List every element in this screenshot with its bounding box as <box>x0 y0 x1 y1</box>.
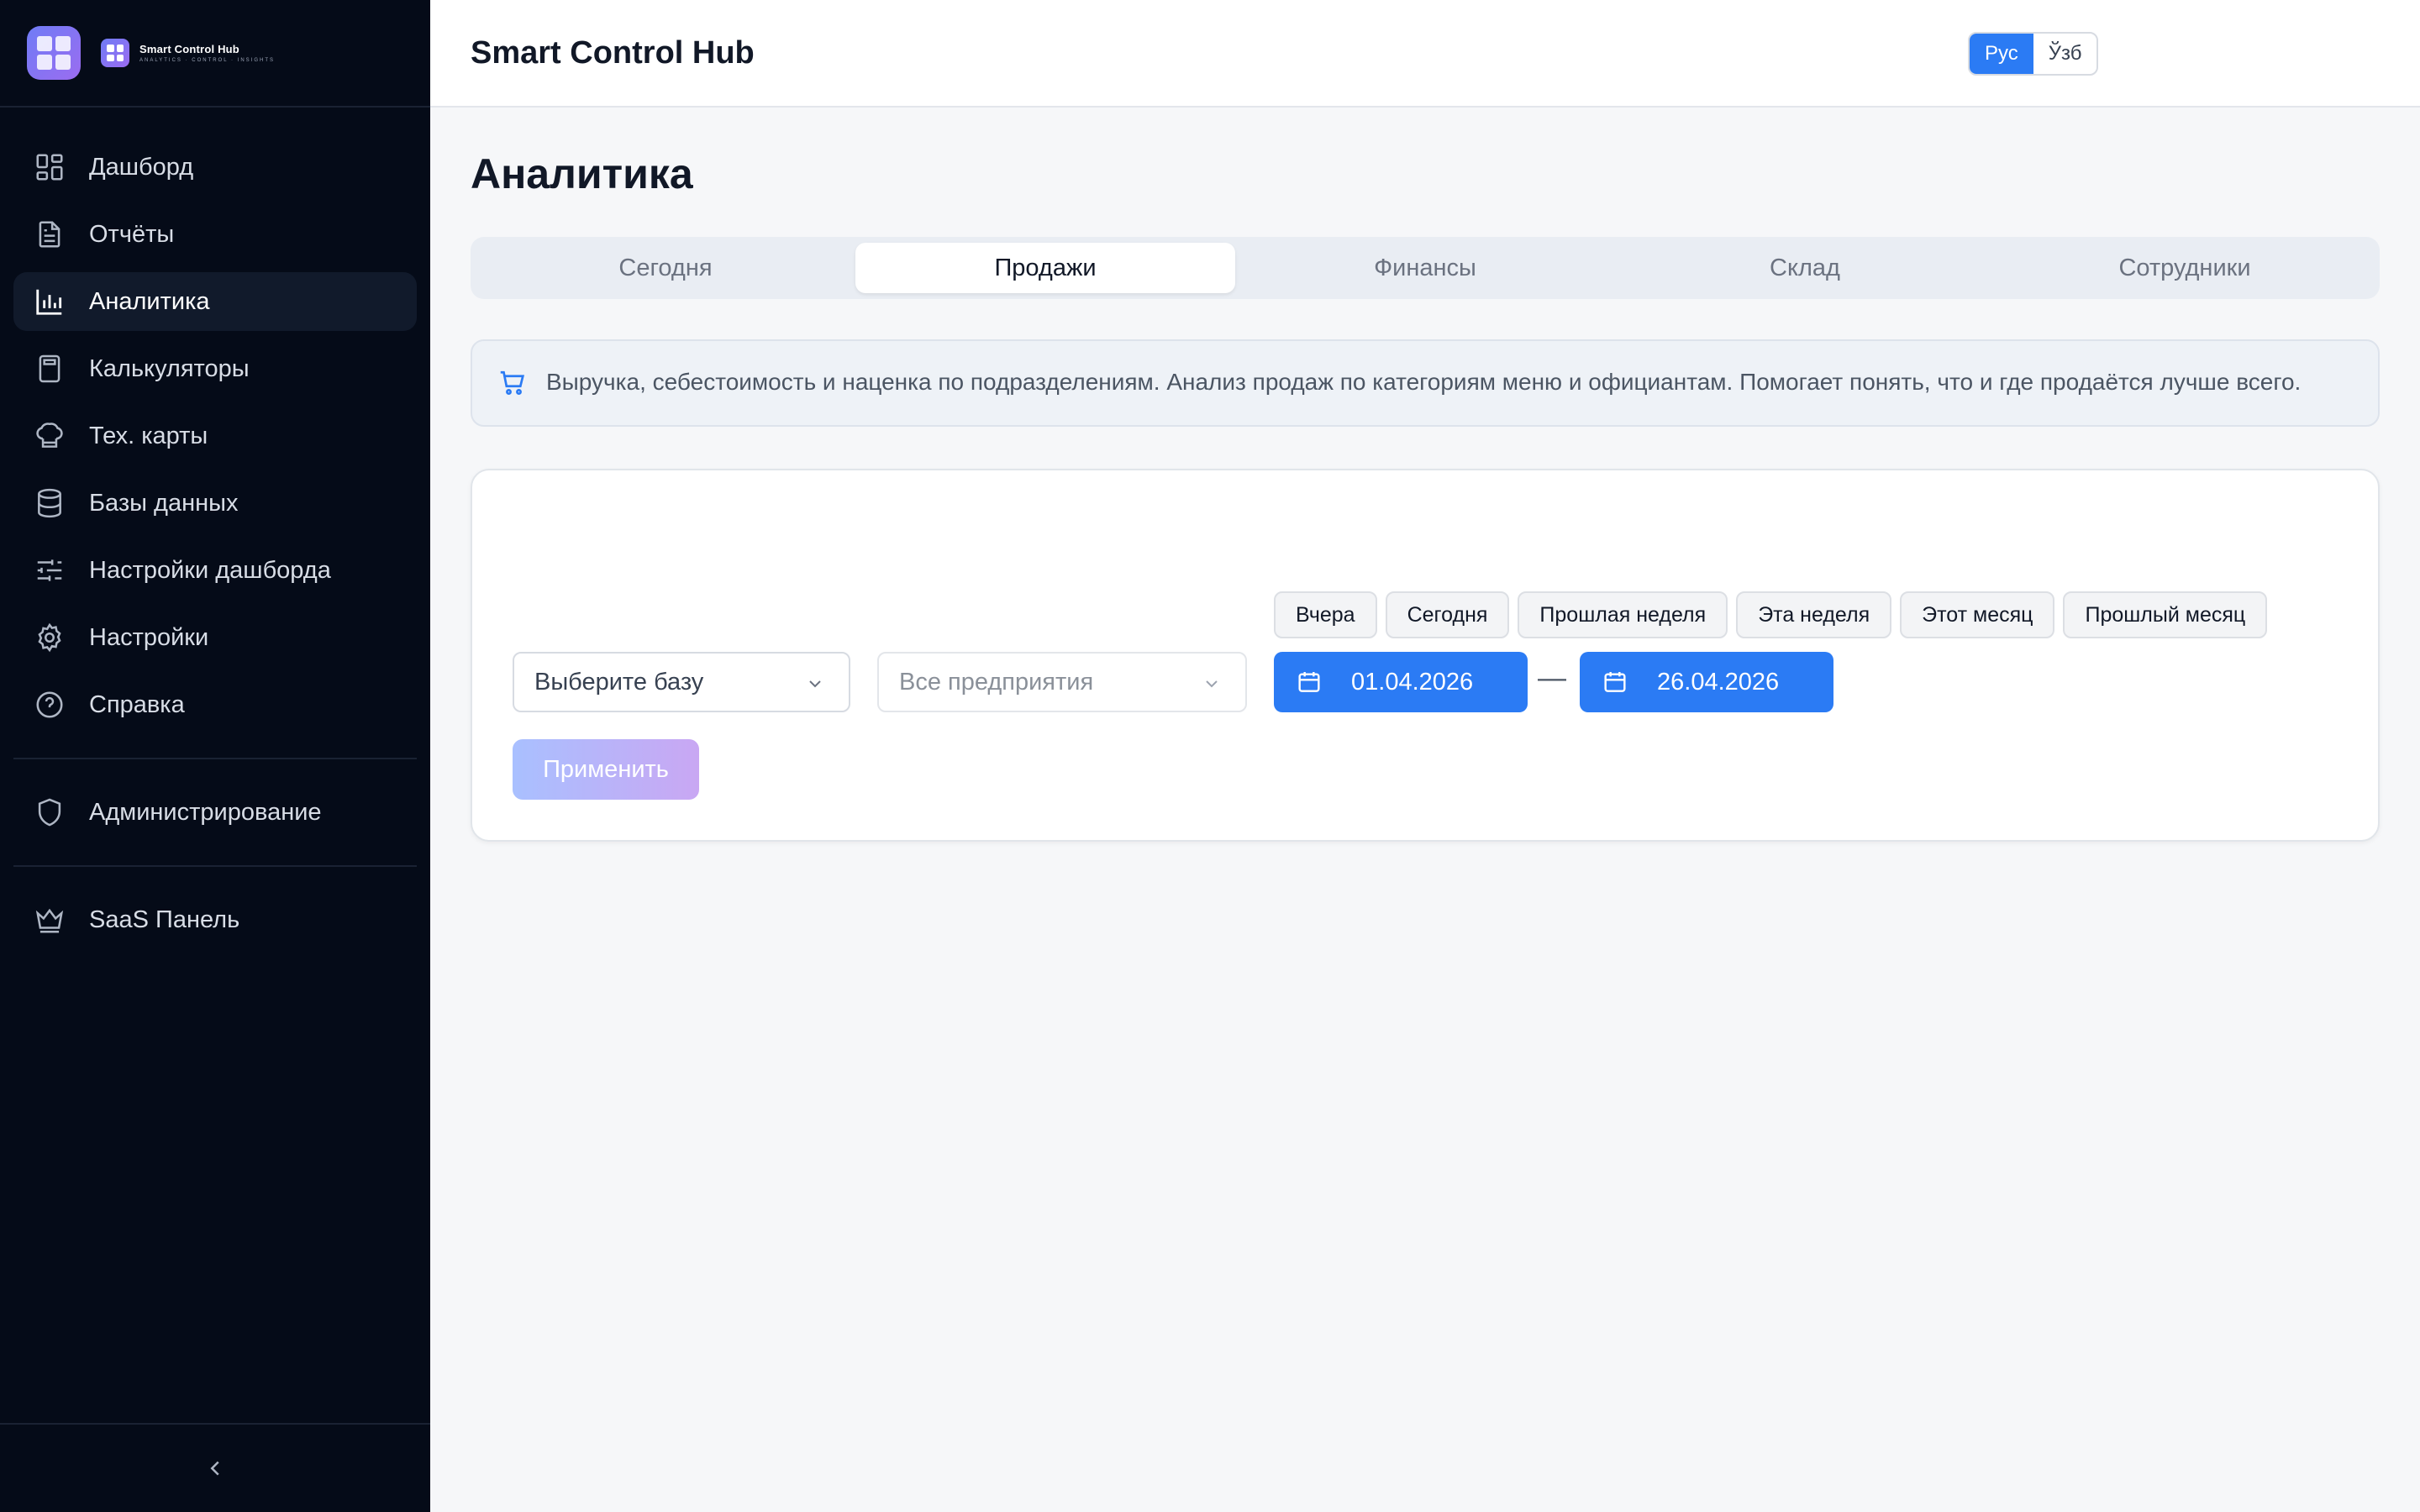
sidebar-item-dashboard-settings[interactable]: Настройки дашборда <box>13 541 417 600</box>
gear-icon <box>38 622 61 653</box>
language-switcher: Рус Ўзб <box>1968 32 2099 76</box>
main-content: Аналитика Сегодня Продажи Финансы Склад … <box>471 108 2380 842</box>
analytics-tabs: Сегодня Продажи Финансы Склад Сотрудники <box>471 237 2380 299</box>
app-icon[interactable] <box>27 26 81 80</box>
preset-yesterday[interactable]: Вчера <box>1274 591 1377 638</box>
sidebar-item-databases[interactable]: Базы данных <box>13 474 417 533</box>
sidebar-item-label: Базы данных <box>89 489 239 517</box>
database-select[interactable]: Выберите базу <box>513 652 850 712</box>
brand-logo: Smart Control Hub ANALYTICS · CONTROL · … <box>101 39 275 67</box>
tab-sales[interactable]: Продажи <box>855 243 1235 293</box>
sidebar-nav: Дашборд Отчёты Аналитика Калькуляторы Те… <box>0 108 430 949</box>
enterprise-select[interactable]: Все предприятия <box>877 652 1247 712</box>
preset-last-week[interactable]: Прошлая неделя <box>1518 591 1728 638</box>
filter-card: Вчера Сегодня Прошлая неделя Эта неделя … <box>471 469 2380 842</box>
enterprise-select-value: Все предприятия <box>899 668 1094 696</box>
sidebar-item-tech-cards[interactable]: Тех. карты <box>13 407 417 465</box>
chevron-left-icon <box>210 1461 219 1476</box>
brand-name: Smart Control Hub <box>139 43 239 55</box>
calendar-icon <box>1298 672 1320 692</box>
sidebar-item-dashboard[interactable]: Дашборд <box>13 138 417 197</box>
tab-employees[interactable]: Сотрудники <box>1995 243 2375 293</box>
shield-icon <box>38 798 61 827</box>
sidebar-item-label: Настройки <box>89 623 209 651</box>
sidebar-item-analytics[interactable]: Аналитика <box>13 272 417 331</box>
chevron-down-icon <box>809 680 821 688</box>
sidebar-collapse-button[interactable] <box>0 1423 430 1512</box>
date-from-value: 01.04.2026 <box>1351 668 1474 696</box>
calculator-icon <box>39 354 60 383</box>
sidebar-item-label: Администрирование <box>89 798 322 826</box>
info-text: Выручка, себестоимость и наценка по подр… <box>546 369 2302 395</box>
crown-icon <box>35 908 64 933</box>
sidebar-item-label: Тех. карты <box>89 422 208 449</box>
sidebar-item-administration[interactable]: Администрирование <box>13 783 417 842</box>
preset-last-month[interactable]: Прошлый месяц <box>2063 591 2268 638</box>
brand-tagline: ANALYTICS · CONTROL · INSIGHTS <box>139 58 276 63</box>
date-range-dash: — <box>1538 662 1566 694</box>
shopping-cart-icon <box>500 370 525 395</box>
sidebar-item-label: Настройки дашборда <box>89 556 331 584</box>
chevron-down-icon <box>1206 680 1218 688</box>
sidebar-item-label: Отчёты <box>89 220 175 248</box>
tab-finance[interactable]: Финансы <box>1235 243 1615 293</box>
document-icon <box>39 221 60 248</box>
page-title: Аналитика <box>471 150 693 197</box>
preset-this-month[interactable]: Этот месяц <box>1900 591 2055 638</box>
dashboard-icon <box>36 154 63 181</box>
sidebar-item-reports[interactable]: Отчёты <box>13 205 417 264</box>
preset-today[interactable]: Сегодня <box>1385 591 1510 638</box>
sidebar-item-label: Справка <box>89 690 185 718</box>
date-to-picker[interactable]: 26.04.2026 <box>1580 652 1833 712</box>
sidebar-item-label: Дашборд <box>89 153 194 181</box>
sidebar-item-saas-panel[interactable]: SaaS Панель <box>13 890 417 949</box>
sidebar-item-calculators[interactable]: Калькуляторы <box>13 339 417 398</box>
date-presets: Вчера Сегодня Прошлая неделя Эта неделя … <box>1274 591 2268 638</box>
tab-today[interactable]: Сегодня <box>476 243 855 293</box>
date-to-value: 26.04.2026 <box>1657 668 1780 696</box>
sidebar-divider <box>13 865 417 867</box>
sidebar-item-label: Калькуляторы <box>89 354 250 382</box>
preset-this-week[interactable]: Эта неделя <box>1736 591 1892 638</box>
lang-button-uz[interactable]: Ўзб <box>2033 34 2097 74</box>
top-header: Smart Control Hub Рус Ўзб <box>430 0 2420 108</box>
sliders-icon <box>37 559 62 581</box>
sidebar-item-help[interactable]: Справка <box>13 675 417 734</box>
sidebar-item-settings[interactable]: Настройки <box>13 608 417 667</box>
help-circle-icon <box>36 691 63 718</box>
sidebar-item-label: SaaS Панель <box>89 906 240 933</box>
lang-button-ru[interactable]: Рус <box>1970 34 2033 74</box>
logo-mark-icon <box>101 39 129 67</box>
info-banner: Выручка, себестоимость и наценка по подр… <box>471 339 2380 427</box>
database-select-value: Выберите базу <box>534 668 704 696</box>
date-from-picker[interactable]: 01.04.2026 <box>1274 652 1528 712</box>
apply-button[interactable]: Применить <box>513 739 699 800</box>
sidebar-item-label: Аналитика <box>89 287 210 315</box>
database-icon <box>38 488 61 518</box>
sidebar: Smart Control Hub ANALYTICS · CONTROL · … <box>0 0 430 1512</box>
brand: Smart Control Hub ANALYTICS · CONTROL · … <box>0 0 430 108</box>
calendar-icon <box>1604 672 1626 692</box>
bar-chart-icon <box>36 289 62 315</box>
chef-hat-icon <box>36 423 63 448</box>
app-title: Smart Control Hub <box>471 34 755 71</box>
sidebar-divider <box>13 758 417 759</box>
tab-warehouse[interactable]: Склад <box>1615 243 1995 293</box>
